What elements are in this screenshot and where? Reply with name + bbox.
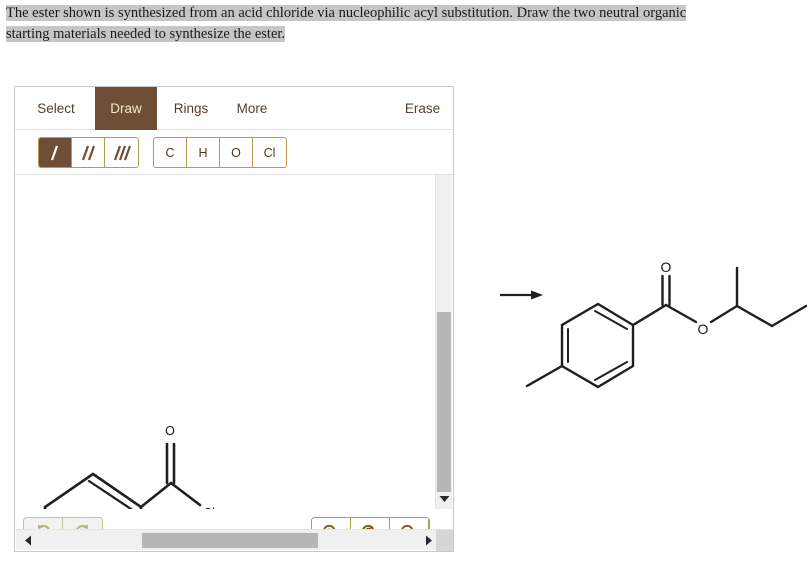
tab-more[interactable]: More (223, 87, 281, 130)
canvas-vertical-scrollbar[interactable] (435, 175, 452, 509)
question-line-1: The ester shown is synthesized from an a… (6, 4, 687, 23)
tool-row: C H O Cl (15, 130, 453, 175)
question-line-1-text: The ester shown is synthesized from an a… (6, 5, 687, 21)
drawing-canvas[interactable]: O Cl H O (15, 175, 435, 509)
double-bond-tool[interactable] (72, 138, 105, 167)
benzoyl-chloride-structure (43, 442, 202, 509)
atom-button-cl[interactable]: Cl (253, 138, 286, 167)
scroll-right-button[interactable] (421, 533, 437, 548)
atom-button-h[interactable]: H (187, 138, 220, 167)
atom-label-h: H (198, 145, 208, 160)
editor-tab-bar: Select Draw Rings More Erase (15, 87, 453, 130)
atom-label-cl: Cl (263, 145, 276, 160)
atom-button-o[interactable]: O (220, 138, 253, 167)
vertical-scrollbar-thumb[interactable] (437, 312, 451, 492)
atom-label-c: C (165, 145, 175, 160)
scroll-left-button[interactable] (20, 533, 36, 548)
tab-erase[interactable]: Erase (395, 87, 450, 130)
atom-button-group: C H O Cl (153, 137, 287, 168)
single-bond-icon (50, 145, 59, 160)
chevron-left-icon (25, 535, 31, 546)
product-ester-o-label: O (698, 321, 709, 337)
reaction-arrow (500, 290, 543, 300)
molecule-editor-panel: Select Draw Rings More Erase C H O Cl O (14, 86, 454, 552)
atom-button-c[interactable]: C (154, 138, 187, 167)
bond-tool-group (38, 137, 139, 168)
horizontal-scrollbar-thumb[interactable] (142, 533, 318, 548)
triple-bond-tool[interactable] (105, 138, 138, 167)
double-bond-icon (81, 145, 96, 160)
canvas-structures: O Cl H O (43, 424, 215, 509)
chevron-right-icon (426, 535, 432, 546)
atom-label-carbonyl-o: O (165, 424, 175, 438)
tab-draw[interactable]: Draw (95, 87, 157, 130)
triple-bond-icon (113, 145, 131, 160)
question-line-2-text: starting materials needed to synthesize … (6, 26, 286, 42)
scrollbar-corner (436, 530, 453, 551)
tab-select[interactable]: Select (25, 87, 87, 130)
single-bond-tool[interactable] (39, 138, 72, 167)
tab-rings[interactable]: Rings (161, 87, 221, 130)
atom-label-o: O (231, 145, 241, 160)
target-ester-display: O O (470, 230, 812, 410)
chevron-down-icon (439, 495, 450, 502)
scroll-down-button[interactable] (436, 490, 453, 507)
product-carbonyl-o-label: O (661, 259, 672, 275)
question-line-2: starting materials needed to synthesize … (6, 25, 286, 44)
product-structure: O O (500, 259, 808, 389)
canvas-horizontal-scrollbar[interactable] (16, 529, 453, 551)
